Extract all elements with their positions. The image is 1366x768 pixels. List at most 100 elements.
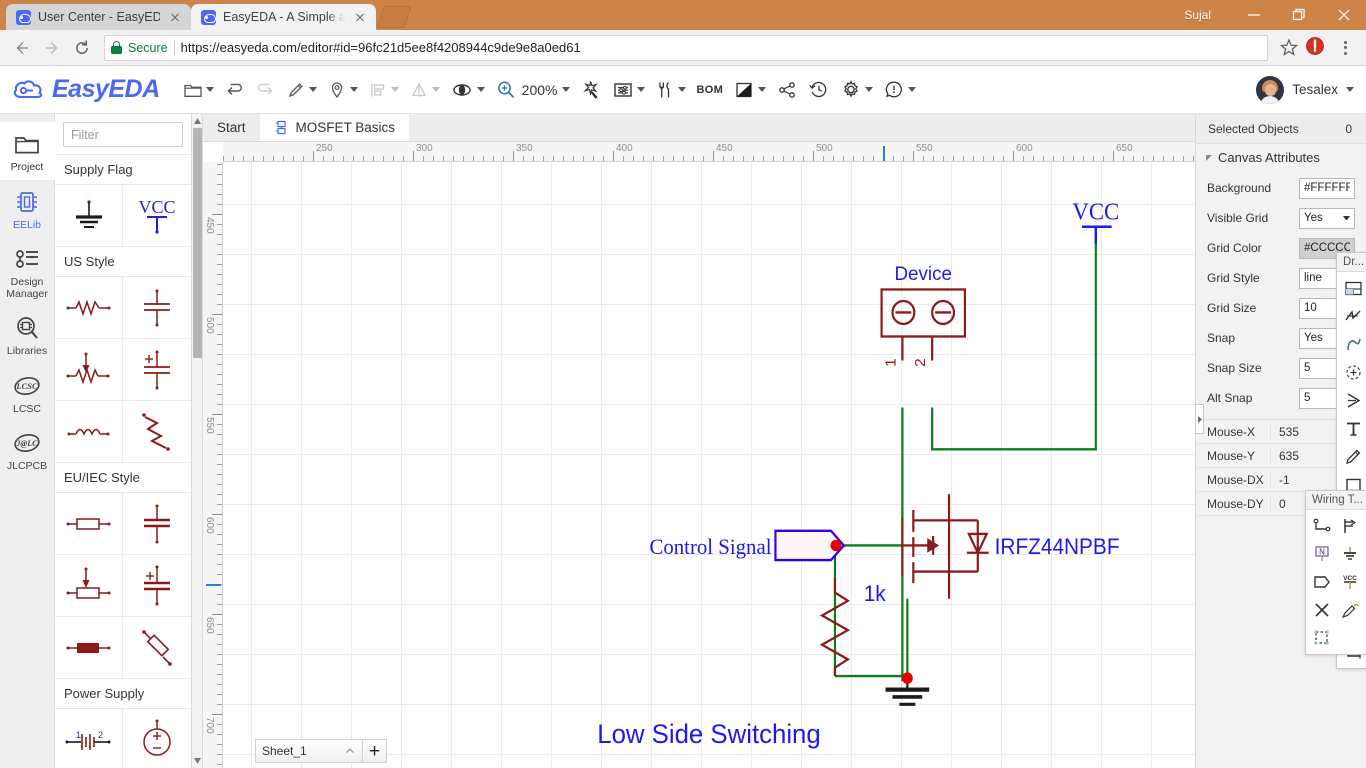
library-item-resistor-eu[interactable] bbox=[55, 493, 123, 555]
schematic-icon bbox=[274, 120, 289, 135]
text-icon[interactable] bbox=[1339, 414, 1366, 442]
vertical-ruler[interactable]: 450 500 550 600 650 700 bbox=[203, 162, 223, 768]
arrow-head-icon[interactable] bbox=[1339, 386, 1366, 414]
probe-icon[interactable] bbox=[1336, 596, 1364, 624]
help-button[interactable] bbox=[878, 73, 921, 107]
ruler-tick bbox=[217, 564, 222, 565]
ground-icon[interactable] bbox=[1336, 540, 1364, 568]
library-item-resistor-diagonal-eu[interactable] bbox=[123, 617, 191, 679]
place-button[interactable] bbox=[322, 73, 363, 107]
library-item-resistor-filled-eu[interactable] bbox=[55, 617, 123, 679]
tab-mosfet-basics[interactable]: MOSFET Basics bbox=[259, 114, 410, 141]
library-item-capacitor-us[interactable] bbox=[123, 277, 191, 339]
maximize-icon[interactable] bbox=[1276, 0, 1321, 30]
align-icon bbox=[371, 83, 384, 96]
wiring-tools-palette[interactable]: Wiring T... N VCC +5V 11 bbox=[1305, 490, 1366, 655]
pencil-icon[interactable] bbox=[1339, 442, 1366, 470]
user-menu[interactable]: Tesalex bbox=[1256, 75, 1354, 104]
control-signal-label: Control Signal bbox=[649, 534, 771, 559]
align-button[interactable] bbox=[363, 73, 404, 107]
selected-objects-label: Selected Objects bbox=[1208, 121, 1299, 136]
minimize-icon[interactable] bbox=[1231, 0, 1276, 30]
no-connect-icon[interactable] bbox=[1308, 596, 1336, 624]
browser-menu-icon[interactable] bbox=[1332, 35, 1358, 61]
scrollbar-thumb[interactable] bbox=[193, 128, 202, 358]
library-item-inductor-us[interactable] bbox=[55, 401, 123, 463]
magic-select-button[interactable] bbox=[575, 73, 607, 107]
close-icon[interactable] bbox=[352, 9, 368, 25]
library-item-resistor-us[interactable] bbox=[55, 277, 123, 339]
properties-button[interactable] bbox=[607, 73, 650, 107]
library-item-battery[interactable]: 1 2 bbox=[55, 709, 123, 768]
rail-item-jlcpcb[interactable]: J@LC JLCPCB bbox=[0, 421, 55, 479]
horizontal-ruler[interactable]: 250 300 350 400 450 500 550 600 650 bbox=[223, 142, 1195, 162]
close-window-icon[interactable] bbox=[1321, 0, 1366, 30]
rail-item-libraries[interactable]: Libraries bbox=[0, 306, 55, 364]
add-sheet-button[interactable]: + bbox=[363, 739, 387, 763]
browser-tab-0[interactable]: User Center - EasyEDA bbox=[6, 4, 191, 30]
adblock-extension-icon[interactable] bbox=[1304, 35, 1330, 61]
library-item-capacitor-eu[interactable] bbox=[123, 493, 191, 555]
flip-button[interactable] bbox=[404, 73, 445, 107]
rail-item-project[interactable]: Project bbox=[0, 122, 55, 180]
bookmark-star-icon[interactable] bbox=[1276, 35, 1302, 61]
sheet-tab[interactable]: Sheet_1 bbox=[255, 739, 363, 763]
rail-item-lcsc[interactable]: LCSC LCSC bbox=[0, 364, 55, 422]
tools-button[interactable] bbox=[650, 73, 691, 107]
library-item-potentiometer-eu[interactable] bbox=[55, 555, 123, 617]
bezier-curve-icon[interactable] bbox=[1339, 330, 1366, 358]
file-menu-button[interactable] bbox=[178, 73, 219, 107]
netlabel-icon[interactable]: N bbox=[1308, 540, 1336, 568]
wire-icon[interactable] bbox=[1308, 512, 1336, 540]
vcc-flag-icon[interactable]: VCC bbox=[1336, 568, 1364, 596]
library-item-potentiometer-us[interactable] bbox=[55, 339, 123, 401]
back-icon[interactable] bbox=[8, 34, 36, 62]
palette-header[interactable]: Wiring T... bbox=[1306, 491, 1366, 510]
scroll-up-icon[interactable] bbox=[192, 114, 203, 128]
device-label: Device bbox=[894, 263, 952, 286]
url-bar[interactable]: Secure https://easyeda.com/editor#id=96f… bbox=[104, 34, 1268, 61]
rail-item-design-manager[interactable]: Design Manager bbox=[0, 237, 55, 306]
redo-button[interactable] bbox=[250, 73, 281, 107]
schematic-canvas[interactable]: VCC Device 1 2 Control Signal IRFZ44NPBF… bbox=[223, 162, 1195, 768]
browser-tab-1[interactable]: EasyEDA - A Simple and bbox=[191, 4, 376, 30]
history-button[interactable] bbox=[803, 73, 835, 107]
visibility-button[interactable] bbox=[445, 73, 490, 107]
canvas-attributes-header[interactable]: Canvas Attributes bbox=[1196, 144, 1366, 171]
tab-start[interactable]: Start bbox=[203, 114, 260, 141]
library-scrollbar[interactable] bbox=[192, 114, 203, 768]
easyeda-logo[interactable]: EasyEDA bbox=[12, 75, 160, 104]
bom-button[interactable]: BOM bbox=[691, 73, 728, 107]
bus-icon[interactable] bbox=[1336, 512, 1364, 540]
library-item-cap-polarized-us[interactable] bbox=[123, 339, 191, 401]
library-item-varistor-us[interactable] bbox=[123, 401, 191, 463]
visible-grid-select[interactable]: Yes bbox=[1299, 207, 1355, 229]
collapse-right-panel-button[interactable] bbox=[1195, 404, 1204, 434]
library-item-voltage-source[interactable] bbox=[123, 709, 191, 768]
rail-item-eelib[interactable]: EELib bbox=[0, 180, 55, 238]
close-icon[interactable] bbox=[167, 9, 183, 25]
share-button[interactable] bbox=[771, 73, 803, 107]
browser-profile-name[interactable]: Sujal bbox=[1184, 8, 1211, 22]
group-select-icon[interactable] bbox=[1308, 624, 1336, 652]
background-color-field[interactable]: #FFFFFF bbox=[1299, 177, 1355, 199]
ruler-tick bbox=[773, 156, 774, 161]
image-frame-icon[interactable] bbox=[1339, 274, 1366, 302]
scroll-down-icon[interactable] bbox=[192, 754, 203, 768]
polyline-icon[interactable] bbox=[1339, 302, 1366, 330]
theme-button[interactable] bbox=[728, 73, 771, 107]
reload-icon[interactable] bbox=[68, 34, 96, 62]
library-item-cap-polarized-eu[interactable] bbox=[123, 555, 191, 617]
library-item-vcc[interactable]: VCC bbox=[123, 185, 191, 247]
arc-icon[interactable] bbox=[1339, 358, 1366, 386]
settings-button[interactable] bbox=[835, 73, 878, 107]
wire-draw-button[interactable] bbox=[281, 73, 322, 107]
forward-icon[interactable] bbox=[38, 34, 66, 62]
undo-button[interactable] bbox=[219, 73, 250, 107]
palette-header[interactable]: Dr... bbox=[1337, 253, 1366, 272]
new-tab-button[interactable] bbox=[376, 6, 412, 28]
library-item-ground[interactable] bbox=[55, 185, 123, 247]
filter-input[interactable] bbox=[63, 122, 183, 147]
netport-icon[interactable] bbox=[1308, 568, 1336, 596]
zoom-button[interactable]: 200% bbox=[490, 73, 576, 107]
